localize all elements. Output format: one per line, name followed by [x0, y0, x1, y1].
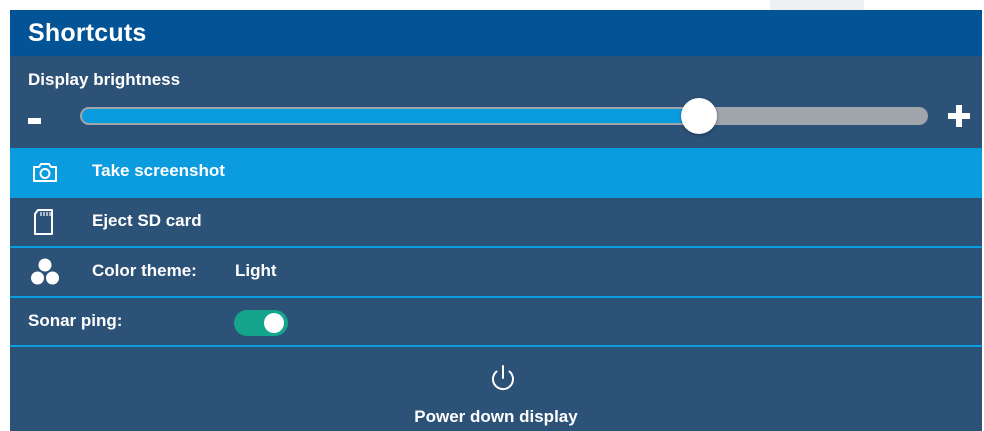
- color-theme-item[interactable]: Color theme: Light: [10, 248, 982, 296]
- take-screenshot-item[interactable]: Take screenshot: [10, 148, 982, 196]
- panel-title: Shortcuts: [28, 19, 147, 47]
- plus-icon-vertical: [956, 105, 962, 127]
- take-screenshot-label: Take screenshot: [92, 161, 225, 180]
- sonar-ping-label: Sonar ping:: [28, 311, 123, 330]
- color-theme-label: Color theme:: [92, 261, 197, 280]
- sonar-ping-toggle[interactable]: [234, 310, 288, 336]
- toggle-knob: [264, 313, 284, 333]
- top-strip: [770, 0, 864, 10]
- sd-card-icon: [34, 209, 53, 235]
- eject-sd-card-label: Eject SD card: [92, 211, 202, 230]
- brightness-label: Display brightness: [28, 70, 181, 89]
- shortcuts-panel: Shortcuts Display brightness Take screen…: [10, 10, 982, 431]
- camera-icon: [33, 163, 57, 182]
- color-theme-value: Light: [235, 261, 277, 280]
- eject-sd-card-item[interactable]: Eject SD card: [10, 198, 982, 246]
- brightness-section: Display brightness: [10, 56, 982, 148]
- title-bar: Shortcuts: [10, 10, 982, 56]
- brightness-increase-button[interactable]: [948, 105, 970, 127]
- brightness-decrease-button[interactable]: [28, 118, 41, 124]
- brightness-slider-thumb[interactable]: [681, 98, 717, 134]
- power-down-button[interactable]: Power down display: [10, 347, 982, 431]
- color-theme-icon: [31, 258, 59, 285]
- sonar-ping-item: Sonar ping:: [10, 298, 982, 346]
- brightness-slider[interactable]: [80, 98, 928, 134]
- brightness-slider-fill: [82, 109, 699, 123]
- power-down-label: Power down display: [414, 407, 578, 426]
- power-icon: [492, 365, 514, 391]
- screen: Shortcuts Display brightness Take screen…: [0, 0, 984, 431]
